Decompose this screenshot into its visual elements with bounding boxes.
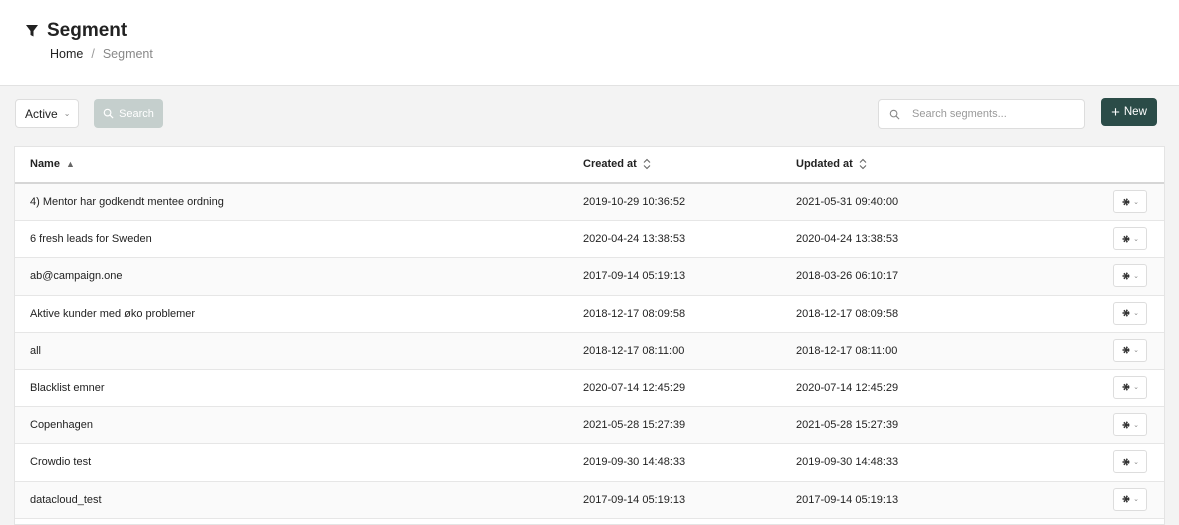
search-icon — [103, 108, 114, 119]
created-at: 2020-07-14 12:45:29 — [583, 381, 686, 394]
segments-table: Name ▲ Created at Updated at 4) Mentor h… — [14, 146, 1165, 525]
created-at: 2017-09-14 05:19:13 — [583, 270, 686, 283]
gear-icon — [1122, 458, 1130, 466]
gear-icon — [1122, 421, 1130, 429]
filter-icon — [25, 24, 39, 38]
chevron-down-icon: ⌄ — [1133, 458, 1139, 466]
new-button-label: New — [1123, 106, 1147, 118]
created-at: 2020-04-24 13:38:53 — [583, 233, 686, 246]
row-actions-button[interactable]: ⌄ — [1113, 413, 1147, 437]
updated-at: 2021-05-31 09:40:00 — [796, 196, 899, 208]
chevron-down-icon: ⌄ — [1133, 310, 1139, 318]
updated-at: 2021-05-28 15:27:39 — [796, 419, 899, 432]
updated-at: 2018-03-26 06:10:17 — [796, 270, 899, 283]
row-actions-button[interactable]: ⌄ — [1113, 450, 1147, 474]
breadcrumb-home-link[interactable]: Home — [50, 47, 83, 61]
toolbar: Active ⌄ Search + New — [0, 86, 1179, 146]
search-button[interactable]: Search — [94, 99, 163, 128]
search-icon — [889, 109, 900, 119]
breadcrumb: Home / Segment — [50, 47, 153, 61]
gear-icon — [1122, 495, 1130, 503]
segment-name[interactable]: ab@campaign.one — [30, 270, 123, 282]
breadcrumb-separator: / — [91, 47, 95, 61]
updated-at: 2018-12-17 08:09:58 — [796, 307, 899, 320]
search-button-label: Search — [119, 107, 154, 120]
table-row[interactable]: Aktive kunder med øko problemer 2018-12-… — [15, 296, 1164, 333]
row-actions-button[interactable]: ⌄ — [1113, 227, 1147, 251]
gear-icon — [1122, 309, 1130, 317]
table-body: 4) Mentor har godkendt mentee ordning 20… — [15, 184, 1164, 519]
created-at: 2018-12-17 08:11:00 — [583, 344, 685, 357]
created-at: 2018-12-17 08:09:58 — [583, 307, 686, 320]
gear-icon — [1122, 346, 1130, 354]
column-header-updated-label: Updated at — [796, 158, 853, 170]
segment-name[interactable]: Blacklist emner — [30, 382, 105, 394]
segment-name[interactable]: Aktive kunder med øko problemer — [30, 308, 195, 320]
new-segment-button[interactable]: + New — [1101, 98, 1157, 126]
status-filter-select[interactable]: Active ⌄ — [15, 99, 79, 128]
table-row[interactable]: 6 fresh leads for Sweden 2020-04-24 13:3… — [15, 221, 1164, 259]
table-row[interactable]: Blacklist emner 2020-07-14 12:45:29 2020… — [15, 370, 1164, 408]
segment-name[interactable]: Crowdio test — [30, 456, 91, 468]
chevron-down-icon: ⌄ — [63, 109, 71, 118]
column-header-created[interactable]: Created at — [583, 158, 651, 170]
page-header: Segment Home / Segment — [0, 0, 1179, 86]
chevron-down-icon: ⌄ — [1133, 272, 1139, 280]
chevron-down-icon: ⌄ — [1133, 421, 1139, 429]
created-at: 2017-09-14 05:19:13 — [583, 493, 686, 506]
segment-name[interactable]: 4) Mentor har godkendt mentee ordning — [30, 196, 224, 208]
page-title: Segment — [47, 20, 128, 41]
created-at: 2019-09-30 14:48:33 — [583, 456, 686, 469]
column-header-name[interactable]: Name ▲ — [30, 158, 75, 170]
sort-icon — [643, 158, 651, 170]
table-row[interactable]: all 2018-12-17 08:11:00 2018-12-17 08:11… — [15, 332, 1164, 370]
segment-name[interactable]: Copenhagen — [30, 419, 93, 431]
updated-at: 2017-09-14 05:19:13 — [796, 493, 899, 506]
chevron-down-icon: ⌄ — [1133, 384, 1139, 392]
title-row: Segment — [25, 20, 127, 42]
segment-name[interactable]: 6 fresh leads for Sweden — [30, 233, 152, 245]
chevron-down-icon: ⌄ — [1133, 235, 1139, 243]
gear-icon — [1122, 198, 1130, 205]
chevron-down-icon: ⌄ — [1133, 198, 1139, 206]
table-header: Name ▲ Created at Updated at — [15, 147, 1164, 184]
plus-icon: + — [1111, 103, 1120, 121]
updated-at: 2020-07-14 12:45:29 — [796, 381, 899, 394]
table-row[interactable]: Crowdio test 2019-09-30 14:48:33 2019-09… — [15, 444, 1164, 482]
row-actions-button[interactable]: ⌄ — [1113, 338, 1147, 362]
updated-at: 2019-09-30 14:48:33 — [796, 456, 899, 469]
sort-ascending-icon: ▲ — [65, 159, 75, 169]
table-row[interactable]: ab@campaign.one 2017-09-14 05:19:13 2018… — [15, 258, 1164, 296]
chevron-down-icon: ⌄ — [1133, 347, 1139, 355]
table-row[interactable]: datacloud_test 2017-09-14 05:19:13 2017-… — [15, 481, 1164, 519]
breadcrumb-current: Segment — [102, 47, 153, 61]
table-row[interactable]: 4) Mentor har godkendt mentee ordning 20… — [15, 184, 1164, 222]
sort-icon — [859, 158, 867, 170]
row-actions-button[interactable]: ⌄ — [1113, 487, 1147, 511]
search-segments-input[interactable] — [912, 108, 1072, 120]
row-actions-button[interactable]: ⌄ — [1113, 264, 1147, 288]
row-actions-button[interactable]: ⌄ — [1113, 190, 1147, 213]
updated-at: 2018-12-17 08:11:00 — [796, 344, 898, 357]
gear-icon — [1122, 235, 1130, 243]
created-at: 2019-10-29 10:36:52 — [583, 196, 686, 208]
row-actions-button[interactable]: ⌄ — [1113, 375, 1147, 399]
chevron-down-icon: ⌄ — [1133, 496, 1139, 503]
gear-icon — [1122, 383, 1130, 391]
status-filter-value: Active — [25, 106, 58, 121]
segment-name[interactable]: datacloud_test — [30, 494, 102, 506]
table-row[interactable]: Copenhagen 2021-05-28 15:27:39 2021-05-2… — [15, 407, 1164, 445]
column-header-name-label: Name — [30, 158, 60, 170]
search-segments-box[interactable] — [878, 99, 1085, 129]
column-header-created-label: Created at — [583, 158, 637, 170]
updated-at: 2020-04-24 13:38:53 — [796, 233, 899, 246]
segment-name[interactable]: all — [30, 345, 41, 357]
row-actions-button[interactable]: ⌄ — [1113, 301, 1147, 325]
column-header-updated[interactable]: Updated at — [796, 158, 867, 170]
gear-icon — [1122, 272, 1130, 280]
created-at: 2021-05-28 15:27:39 — [583, 419, 686, 432]
